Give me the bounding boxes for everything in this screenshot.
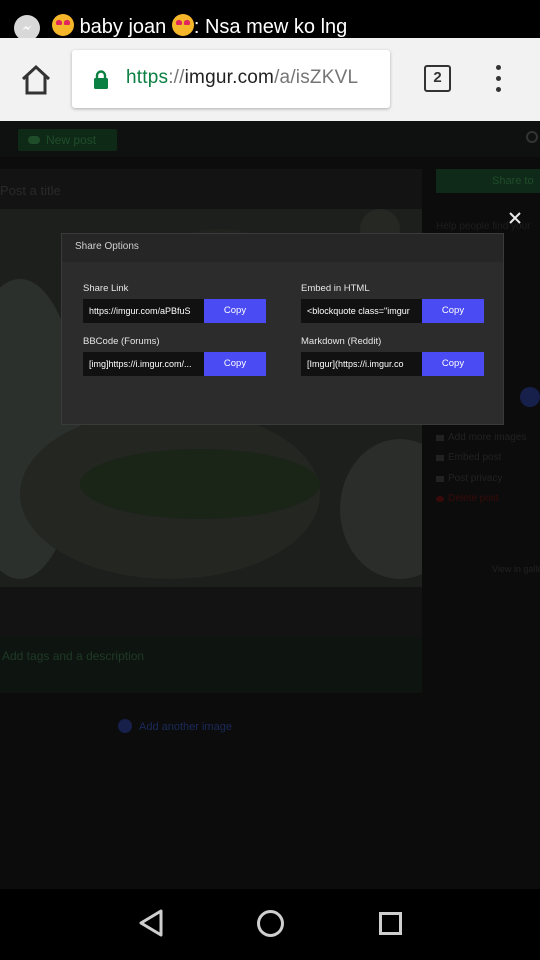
system-navigation-bar [0,889,540,960]
url-separator: :// [168,67,185,88]
embed-html-input[interactable]: <blockquote class="imgur [301,299,422,323]
overflow-menu-icon[interactable] [488,65,508,93]
side-link-add-more: Add more images [435,432,527,443]
notification-message: : Nsa mew ko lng [193,16,348,38]
search-icon [526,131,538,143]
side-link-embed: Embed post [435,452,502,463]
bbcode-input[interactable]: [img]https://i.imgur.com/... [83,352,204,376]
browser-toolbar: https://imgur.com/a/isZKVL 2 [0,38,540,121]
notification-text: baby joan : Nsa mew ko lng [52,14,347,39]
markdown-label: Markdown (Reddit) [301,336,382,347]
recents-icon[interactable] [379,912,402,935]
view-in-gallery-link: View in gallery [492,564,540,574]
home-circle-icon[interactable] [257,910,284,937]
new-post-label: New post [46,133,97,147]
plus-icon [118,719,132,733]
copy-embed-html-button[interactable]: Copy [422,299,484,323]
upload-cloud-icon [28,136,40,144]
share-link-field: Share Link https://imgur.com/aPBfuS Copy [83,283,266,323]
imgur-topnav: New post [0,121,540,157]
url-host: imgur.com [184,67,275,88]
bbcode-label: BBCode (Forums) [83,336,160,347]
share-link-label: Share Link [83,283,129,294]
tag-add-icon [520,387,540,407]
side-link-privacy: Post privacy [435,473,503,484]
share-link-input[interactable]: https://imgur.com/aPBfuS [83,299,204,323]
screen: baby joan : Nsa mew ko lng https://imgur… [0,0,540,960]
copy-markdown-button[interactable]: Copy [422,352,484,376]
description-field: Add tags and a description [0,637,422,693]
copy-bbcode-button[interactable]: Copy [204,352,266,376]
embed-html-field: Embed in HTML <blockquote class="imgur C… [301,283,484,323]
markdown-input[interactable]: [Imgur](https://i.imgur.co [301,352,422,376]
url-scheme: https [126,67,169,88]
new-post-button: New post [18,129,117,151]
embed-html-label: Embed in HTML [301,283,370,294]
heart-eyes-emoji-icon [171,14,194,36]
url-text: https://imgur.com/a/isZKVL [126,67,358,89]
add-another-image-label: Add another image [139,721,232,733]
modal-title: Share Options [62,234,503,262]
back-icon[interactable] [137,908,165,943]
copy-share-link-button[interactable]: Copy [204,299,266,323]
url-path: /a/isZKVL [274,67,359,88]
post-title-field: Post a title [0,183,61,198]
tab-switcher-icon[interactable]: 2 [424,65,451,92]
markdown-field: Markdown (Reddit) [Imgur](https://i.imgu… [301,336,484,376]
heart-eyes-emoji-icon [52,14,74,36]
add-another-image-link: Add another image [118,719,232,733]
close-icon[interactable] [506,209,524,227]
share-to-community-button: Share to [436,169,540,193]
notification-bar[interactable]: baby joan : Nsa mew ko lng [0,0,540,41]
share-options-modal: Share Options Share Link https://imgur.c… [61,233,504,425]
lock-icon [92,70,110,95]
home-icon[interactable] [18,63,54,97]
address-bar[interactable]: https://imgur.com/a/isZKVL [72,50,390,108]
side-link-delete: Delete post [436,493,499,504]
notification-sender: baby joan [79,16,167,38]
bbcode-field: BBCode (Forums) [img]https://i.imgur.com… [83,336,266,376]
